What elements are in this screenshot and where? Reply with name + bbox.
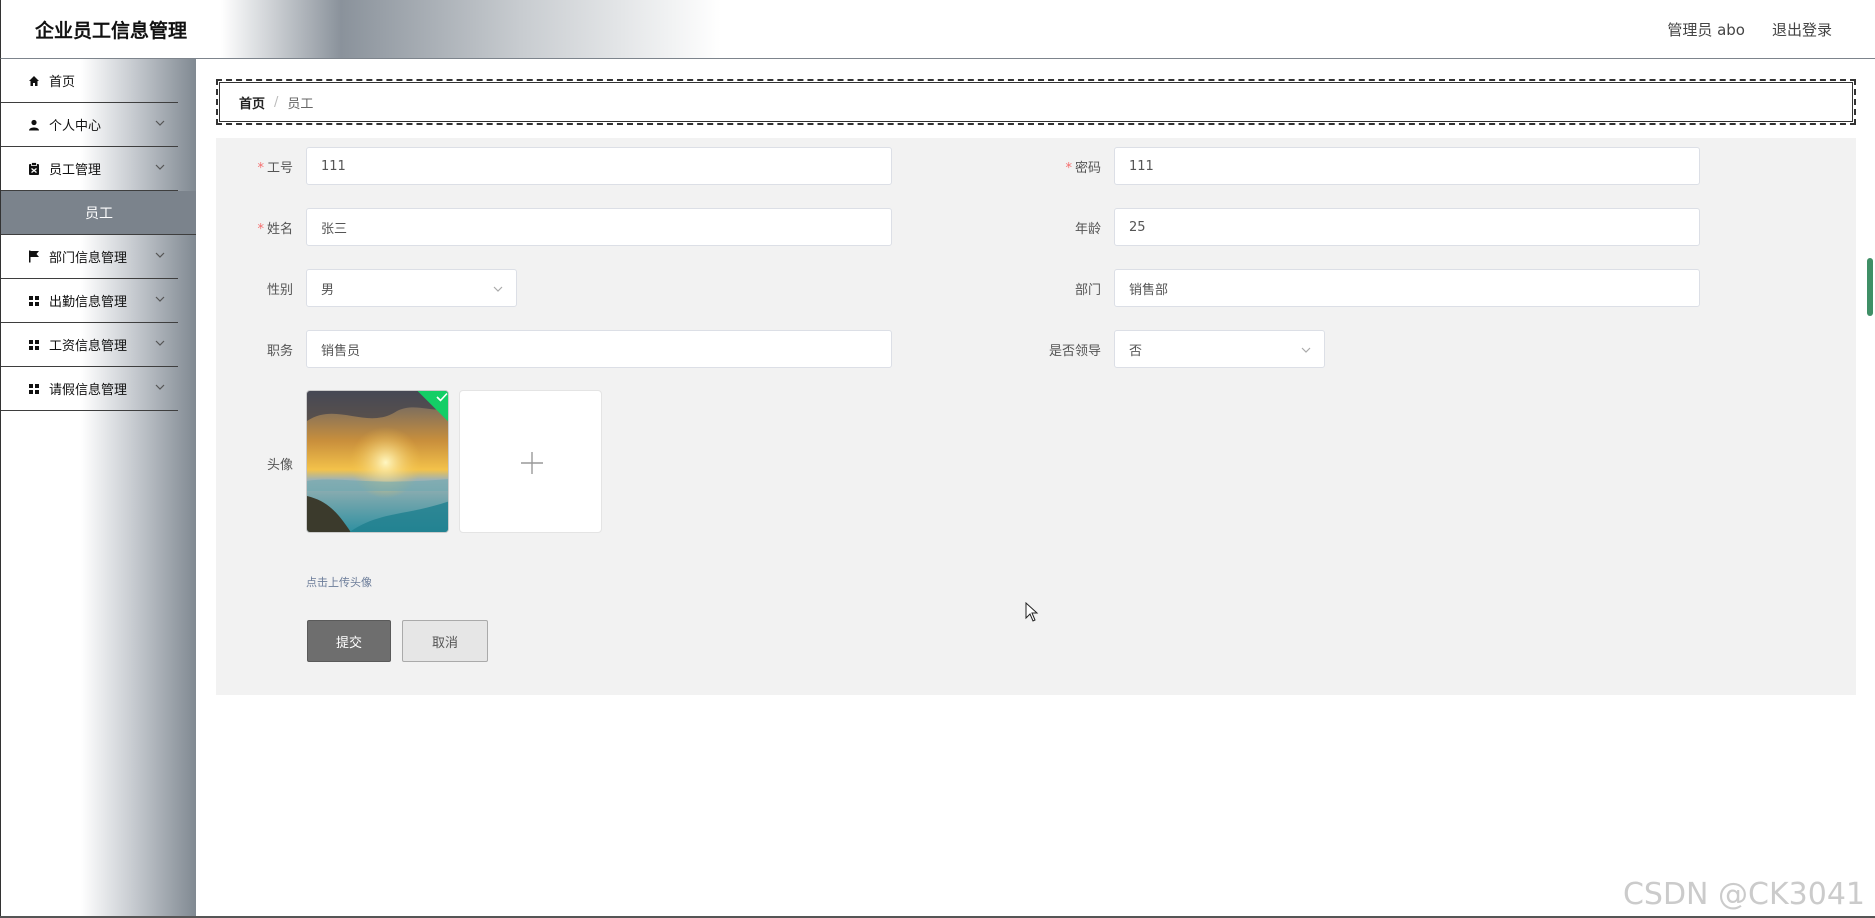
gender-select[interactable]: 男 — [306, 269, 517, 307]
chevron-down-icon — [155, 120, 165, 126]
sidebar-item-label: 部门信息管理 — [49, 251, 128, 266]
sidebar-item-home[interactable]: 首页 — [1, 59, 178, 103]
sidebar-item-label: 个人中心 — [49, 119, 102, 134]
sidebar-item-label: 出勤信息管理 — [49, 295, 128, 310]
chevron-down-icon — [1301, 347, 1311, 353]
name-input[interactable]: 张三 — [306, 208, 892, 246]
chevron-down-icon — [155, 252, 165, 258]
grid-icon — [27, 382, 41, 396]
breadcrumb-home[interactable]: 首页 — [239, 93, 265, 112]
required-mark: * — [1065, 161, 1072, 176]
sidebar-item-label: 员工管理 — [49, 163, 102, 178]
avatar-upload-button[interactable] — [459, 390, 602, 533]
avatar-label: 头像 — [266, 458, 293, 473]
job-no-input[interactable]: 111 — [306, 147, 892, 185]
required-mark: * — [257, 222, 264, 237]
breadcrumb: 首页 / 员工 — [216, 79, 1856, 125]
breadcrumb-separator: / — [274, 94, 279, 110]
submit-button[interactable]: 提交 — [307, 620, 391, 662]
is-leader-select[interactable]: 否 — [1114, 330, 1325, 368]
avatar-upload-tip: 点击上传头像 — [306, 576, 372, 589]
chevron-down-icon — [493, 286, 503, 292]
sidebar-item-employee-management[interactable]: 员工管理 — [1, 147, 178, 191]
home-icon — [27, 74, 41, 88]
top-header: 企业员工信息管理 管理员 abo 退出登录 — [0, 0, 1875, 59]
current-user: 管理员 abo — [1667, 21, 1745, 39]
mouse-cursor-icon — [1025, 602, 1039, 622]
watermark: CSDN @CK3041 — [1622, 877, 1865, 912]
age-label: 年龄 — [1074, 222, 1101, 237]
sidebar-item-salary[interactable]: 工资信息管理 — [1, 323, 178, 367]
plus-icon — [521, 452, 543, 474]
sidebar-subitem-employee[interactable]: 员工 — [1, 191, 197, 235]
sidebar-item-profile[interactable]: 个人中心 — [1, 103, 178, 147]
chevron-down-icon — [155, 340, 165, 346]
cancel-button[interactable]: 取消 — [402, 620, 488, 662]
chevron-down-icon — [155, 384, 165, 390]
sidebar-item-department[interactable]: 部门信息管理 — [1, 235, 178, 279]
password-input[interactable]: 111 — [1114, 147, 1700, 185]
logout-link[interactable]: 退出登录 — [1772, 19, 1832, 40]
age-input[interactable]: 25 — [1114, 208, 1700, 246]
breadcrumb-current: 员工 — [287, 96, 314, 112]
check-icon — [436, 392, 448, 402]
user-icon — [27, 118, 41, 132]
position-input[interactable]: 销售员 — [306, 330, 892, 368]
gender-value: 男 — [321, 282, 335, 298]
chevron-down-icon — [155, 164, 165, 170]
scrollbar-thumb[interactable] — [1867, 258, 1873, 316]
app-title: 企业员工信息管理 — [35, 20, 188, 42]
clipboard-icon — [27, 162, 41, 176]
sidebar: 首页 个人中心 员工管理 员工 部门信息管理 出勤信息管理 工资信息管理 请假信… — [0, 59, 197, 918]
flag-icon — [27, 250, 41, 264]
chevron-down-icon — [155, 296, 165, 302]
gender-label: 性别 — [266, 283, 293, 298]
name-label: * 姓名 — [257, 222, 293, 237]
sidebar-item-label: 首页 — [49, 75, 76, 90]
sidebar-item-attendance[interactable]: 出勤信息管理 — [1, 279, 178, 323]
is-leader-label: 是否领导 — [1048, 344, 1101, 359]
department-input[interactable]: 销售部 — [1114, 269, 1700, 307]
sidebar-item-leave[interactable]: 请假信息管理 — [1, 367, 178, 411]
main-content: 首页 / 员工 * 工号 111 * 密码 111 * 姓名 张三 年龄 25 性别 … — [196, 59, 1875, 918]
department-label: 部门 — [1074, 283, 1101, 298]
sidebar-item-label: 请假信息管理 — [49, 383, 128, 398]
position-label: 职务 — [266, 344, 293, 359]
password-label: * 密码 — [1065, 161, 1101, 176]
avatar-image[interactable] — [306, 390, 449, 533]
grid-icon — [27, 338, 41, 352]
job-no-label: * 工号 — [257, 161, 293, 176]
grid-icon — [27, 294, 41, 308]
sidebar-item-label: 工资信息管理 — [49, 339, 128, 354]
required-mark: * — [257, 161, 264, 176]
is-leader-value: 否 — [1129, 343, 1143, 359]
